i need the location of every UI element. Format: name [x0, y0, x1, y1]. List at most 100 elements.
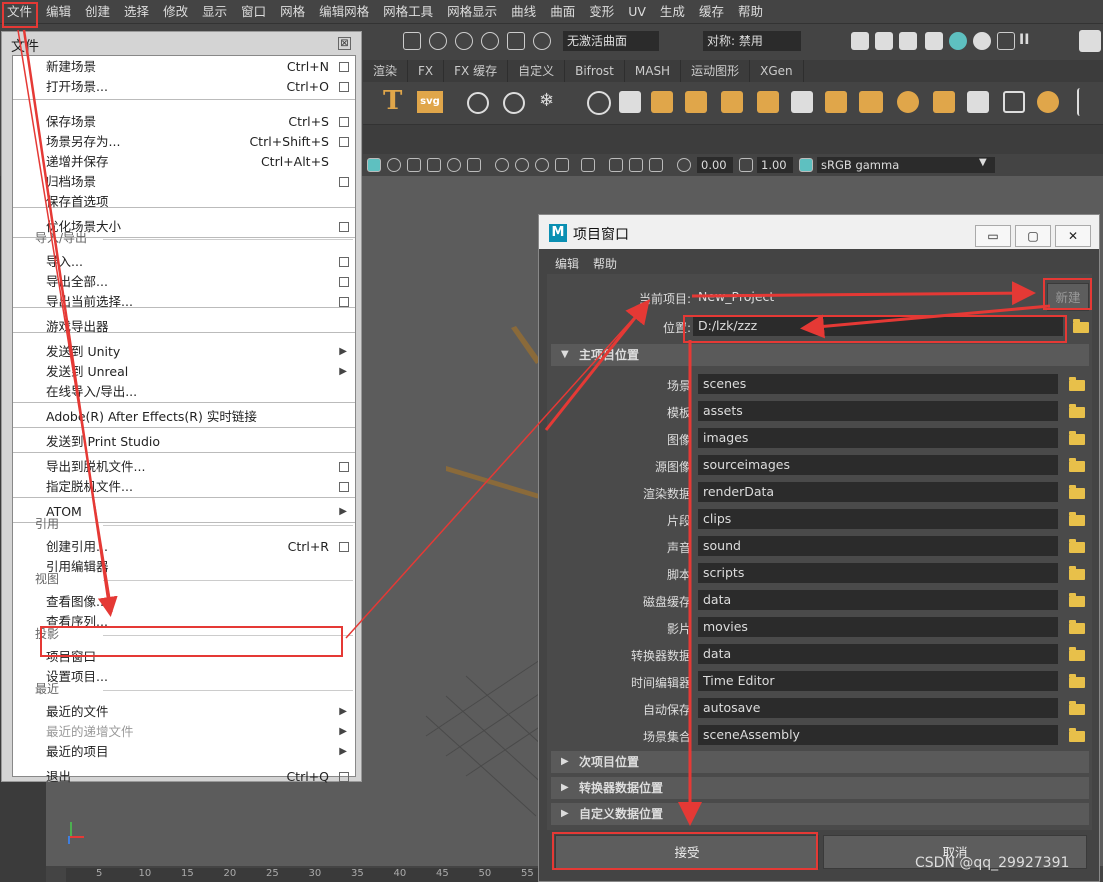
folder-icon[interactable] — [1069, 674, 1085, 688]
folder-icon[interactable] — [1069, 728, 1085, 742]
file-menu-item[interactable]: 查看图像... — [13, 592, 355, 612]
option-box-icon[interactable] — [339, 137, 349, 147]
path-field[interactable]: scripts — [698, 563, 1058, 583]
menu-item[interactable]: 网格 — [273, 0, 312, 24]
folder-icon[interactable] — [1069, 431, 1085, 445]
path-field[interactable]: assets — [698, 401, 1058, 421]
live-surface-field[interactable]: 无激活曲面 — [563, 31, 659, 51]
folder-icon[interactable] — [1069, 485, 1085, 499]
path-field[interactable]: data — [698, 644, 1058, 664]
shelf-tab[interactable]: 渲染 — [363, 60, 409, 82]
shelf-tab[interactable]: XGen — [750, 60, 804, 82]
option-box-icon[interactable] — [339, 297, 349, 307]
menu-item[interactable]: UV — [621, 0, 653, 24]
option-box-icon[interactable] — [339, 542, 349, 552]
file-menu-item[interactable]: 在线导入/导出... — [13, 382, 355, 402]
option-box-icon[interactable] — [339, 462, 349, 472]
file-menu-item[interactable]: 导入... — [13, 252, 355, 272]
hypershade-icon[interactable] — [949, 32, 967, 50]
close-icon[interactable]: ⊠ — [338, 37, 351, 50]
pyramid-icon[interactable] — [721, 91, 743, 113]
menu-item[interactable]: 生成 — [653, 0, 692, 24]
file-menu-item[interactable]: 导出全部... — [13, 272, 355, 292]
path-field[interactable]: Time Editor — [698, 671, 1058, 691]
wireframe-icon[interactable] — [387, 158, 401, 172]
option-box-icon[interactable] — [339, 177, 349, 187]
symmetry-field[interactable]: 对称: 禁用 — [703, 31, 801, 51]
file-menu-item[interactable]: ATOM ▶ — [13, 502, 355, 522]
file-menu-item[interactable]: Adobe(R) After Effects(R) 实时链接 — [13, 407, 355, 427]
option-box-icon[interactable] — [339, 277, 349, 287]
file-menu-item[interactable]: 导出到脱机文件... — [13, 457, 355, 477]
frame-icon[interactable] — [861, 91, 883, 113]
file-menu-item[interactable]: 设置项目... — [13, 667, 355, 687]
file-menu-item[interactable]: 递增并保存 Ctrl+Alt+S — [13, 152, 355, 172]
folder-icon[interactable] — [1069, 539, 1085, 553]
isolate-icon[interactable] — [555, 158, 569, 172]
menu-item[interactable]: 窗口 — [234, 0, 273, 24]
main-locations-section[interactable]: ▼ 主项目位置 — [551, 344, 1089, 366]
file-menu-item[interactable]: 发送到 Unity ▶ — [13, 342, 355, 362]
file-menu-item[interactable]: 退出 Ctrl+Q — [13, 767, 355, 787]
chevron-down-icon[interactable]: ▼ — [979, 157, 987, 168]
render-view-icon[interactable] — [851, 32, 869, 50]
gamma-field[interactable]: 1.00 — [757, 157, 793, 173]
option-box-icon[interactable] — [339, 222, 349, 232]
menu-item[interactable]: 缓存 — [692, 0, 731, 24]
soccer-ball-icon[interactable] — [1003, 91, 1025, 113]
folder-icon[interactable] — [1069, 566, 1085, 580]
file-menu-item[interactable]: 最近的项目 ▶ — [13, 742, 355, 762]
file-menu-item[interactable]: 最近的递增文件 ▶ — [13, 722, 355, 742]
snap-point-icon[interactable] — [455, 32, 473, 50]
grid-poly-icon[interactable] — [685, 91, 707, 113]
file-menu-item[interactable]: 导出当前选择... — [13, 292, 355, 312]
file-menu-item[interactable]: 指定脱机文件... — [13, 477, 355, 497]
cylinder-icon[interactable] — [651, 91, 673, 113]
folder-icon[interactable] — [1069, 620, 1085, 634]
folder-icon[interactable] — [1069, 458, 1085, 472]
svg-icon[interactable]: svg — [417, 91, 443, 113]
light-icon[interactable] — [447, 158, 461, 172]
snap-vertex-icon[interactable] — [533, 32, 551, 50]
file-menu-item[interactable]: 新建场景 Ctrl+N — [13, 57, 355, 77]
shaded-icon[interactable] — [367, 158, 381, 172]
shelf-tab[interactable]: MASH — [625, 60, 682, 82]
menu-help[interactable]: 帮助 — [593, 255, 617, 272]
option-box-icon[interactable] — [339, 117, 349, 127]
path-field[interactable]: sceneAssembly — [698, 725, 1058, 745]
color-management-icon[interactable] — [799, 158, 813, 172]
aa-icon[interactable] — [535, 158, 549, 172]
current-project-field[interactable]: New_Project — [693, 287, 1039, 307]
file-menu-item[interactable]: 归档场景 — [13, 172, 355, 192]
ao-icon[interactable] — [495, 158, 509, 172]
path-field[interactable]: movies — [698, 617, 1058, 637]
render-settings-icon[interactable] — [925, 32, 943, 50]
color-space-dropdown[interactable]: sRGB gamma — [817, 157, 995, 173]
file-menu-item[interactable]: 打开场景... Ctrl+O — [13, 77, 355, 97]
folder-icon[interactable] — [1069, 701, 1085, 715]
text-icon[interactable]: T — [383, 86, 402, 116]
lighting-icon[interactable] — [973, 32, 991, 50]
gear-poly-icon[interactable] — [897, 91, 919, 113]
file-menu-item[interactable]: 保存场景 Ctrl+S — [13, 112, 355, 132]
folder-icon[interactable] — [1073, 319, 1089, 333]
menu-item[interactable]: 显示 — [195, 0, 234, 24]
path-field[interactable]: data — [698, 590, 1058, 610]
option-box-icon[interactable] — [339, 62, 349, 72]
project-window-titlebar[interactable]: M 项目窗口 ▭ ▢ ✕ — [539, 215, 1099, 249]
option-box-icon[interactable] — [339, 257, 349, 267]
plane-icon[interactable] — [791, 91, 813, 113]
menu-item[interactable]: 选择 — [117, 0, 156, 24]
file-menu-item[interactable]: 创建引用... Ctrl+R — [13, 537, 355, 557]
ipr-render-icon[interactable] — [899, 32, 917, 50]
option-box-icon[interactable] — [339, 482, 349, 492]
cube-icon[interactable] — [619, 91, 641, 113]
super-ellipse-icon[interactable] — [1037, 91, 1059, 113]
path-field[interactable]: images — [698, 428, 1058, 448]
file-menu-item[interactable]: 最近的文件 ▶ — [13, 702, 355, 722]
shelf-tab[interactable]: 自定义 — [508, 60, 566, 82]
resolution-gate-icon[interactable] — [629, 158, 643, 172]
menu-item[interactable]: 网格显示 — [440, 0, 504, 24]
pipe-icon[interactable] — [825, 91, 847, 113]
file-menu-item[interactable]: 发送到 Unreal ▶ — [13, 362, 355, 382]
